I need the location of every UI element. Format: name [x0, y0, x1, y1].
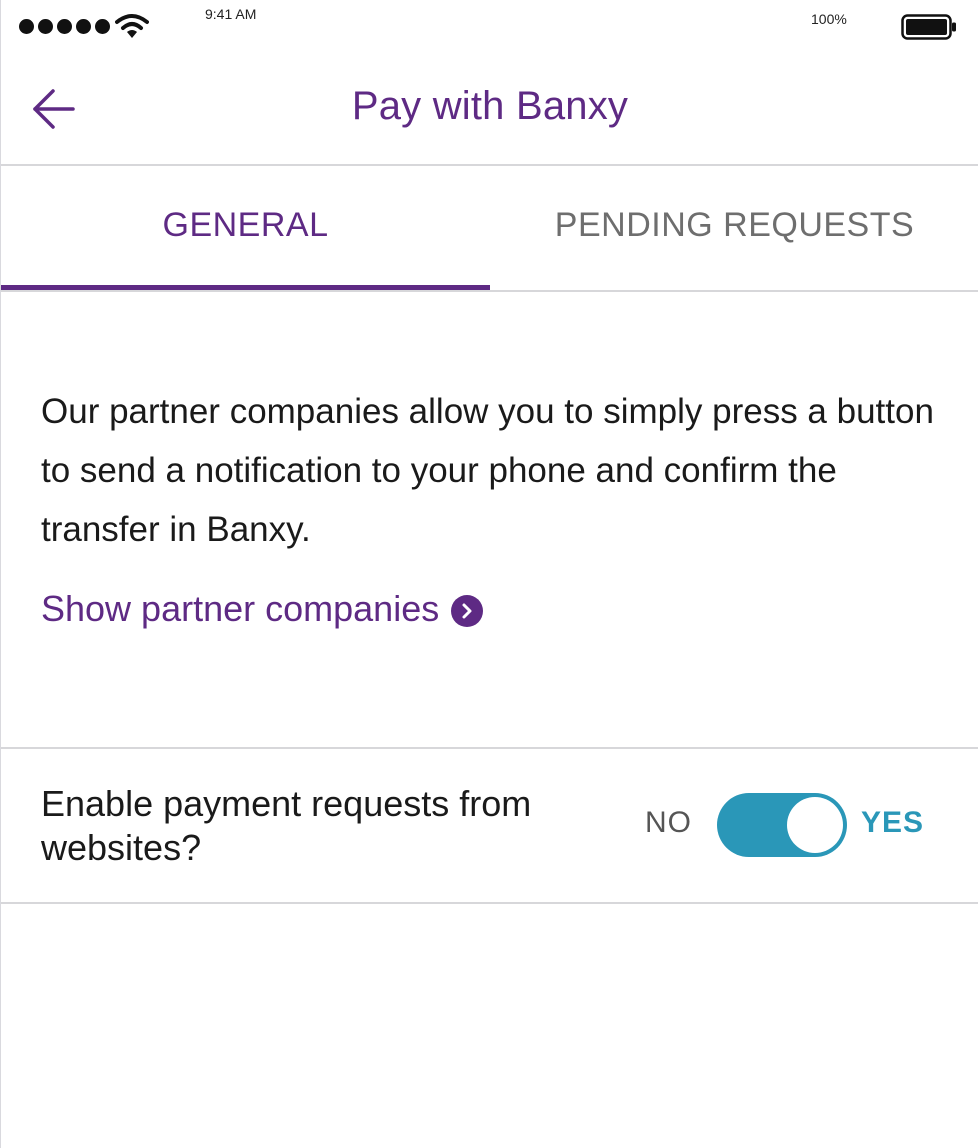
- toggle-no-label[interactable]: NO: [645, 806, 692, 840]
- toggle-knob: [787, 797, 843, 853]
- divider: [1, 747, 978, 749]
- description-text: Our partner companies allow you to simpl…: [41, 392, 934, 549]
- show-partner-companies-link[interactable]: Show partner companies: [41, 588, 484, 630]
- signal-strength-icon: [19, 19, 110, 34]
- status-bar: 9:41 AM 100%: [1, 0, 978, 48]
- tab-general-label: GENERAL: [162, 205, 329, 244]
- app-header: Pay with Banxy: [1, 48, 978, 166]
- status-time: 9:41 AM: [205, 6, 257, 22]
- partner-link-label: Show partner companies: [41, 588, 440, 629]
- battery-icon: [901, 14, 956, 40]
- tab-pending-requests-label: PENDING REQUESTS: [554, 205, 915, 244]
- page-title: Pay with Banxy: [351, 84, 629, 128]
- wifi-icon: [115, 14, 149, 38]
- toggle-yes-label[interactable]: YES: [861, 806, 924, 840]
- tab-bar: GENERAL PENDING REQUESTS: [1, 166, 978, 292]
- active-tab-indicator: [1, 285, 490, 290]
- chevron-right-circle-icon: [451, 595, 484, 627]
- battery-percent: 100%: [811, 11, 847, 27]
- tab-pending-requests[interactable]: PENDING REQUESTS: [490, 166, 978, 290]
- tab-general[interactable]: GENERAL: [1, 166, 490, 290]
- payment-requests-toggle[interactable]: [717, 793, 847, 857]
- divider: [1, 902, 978, 904]
- payment-requests-setting-label: Enable payment requests from websites?: [41, 783, 532, 868]
